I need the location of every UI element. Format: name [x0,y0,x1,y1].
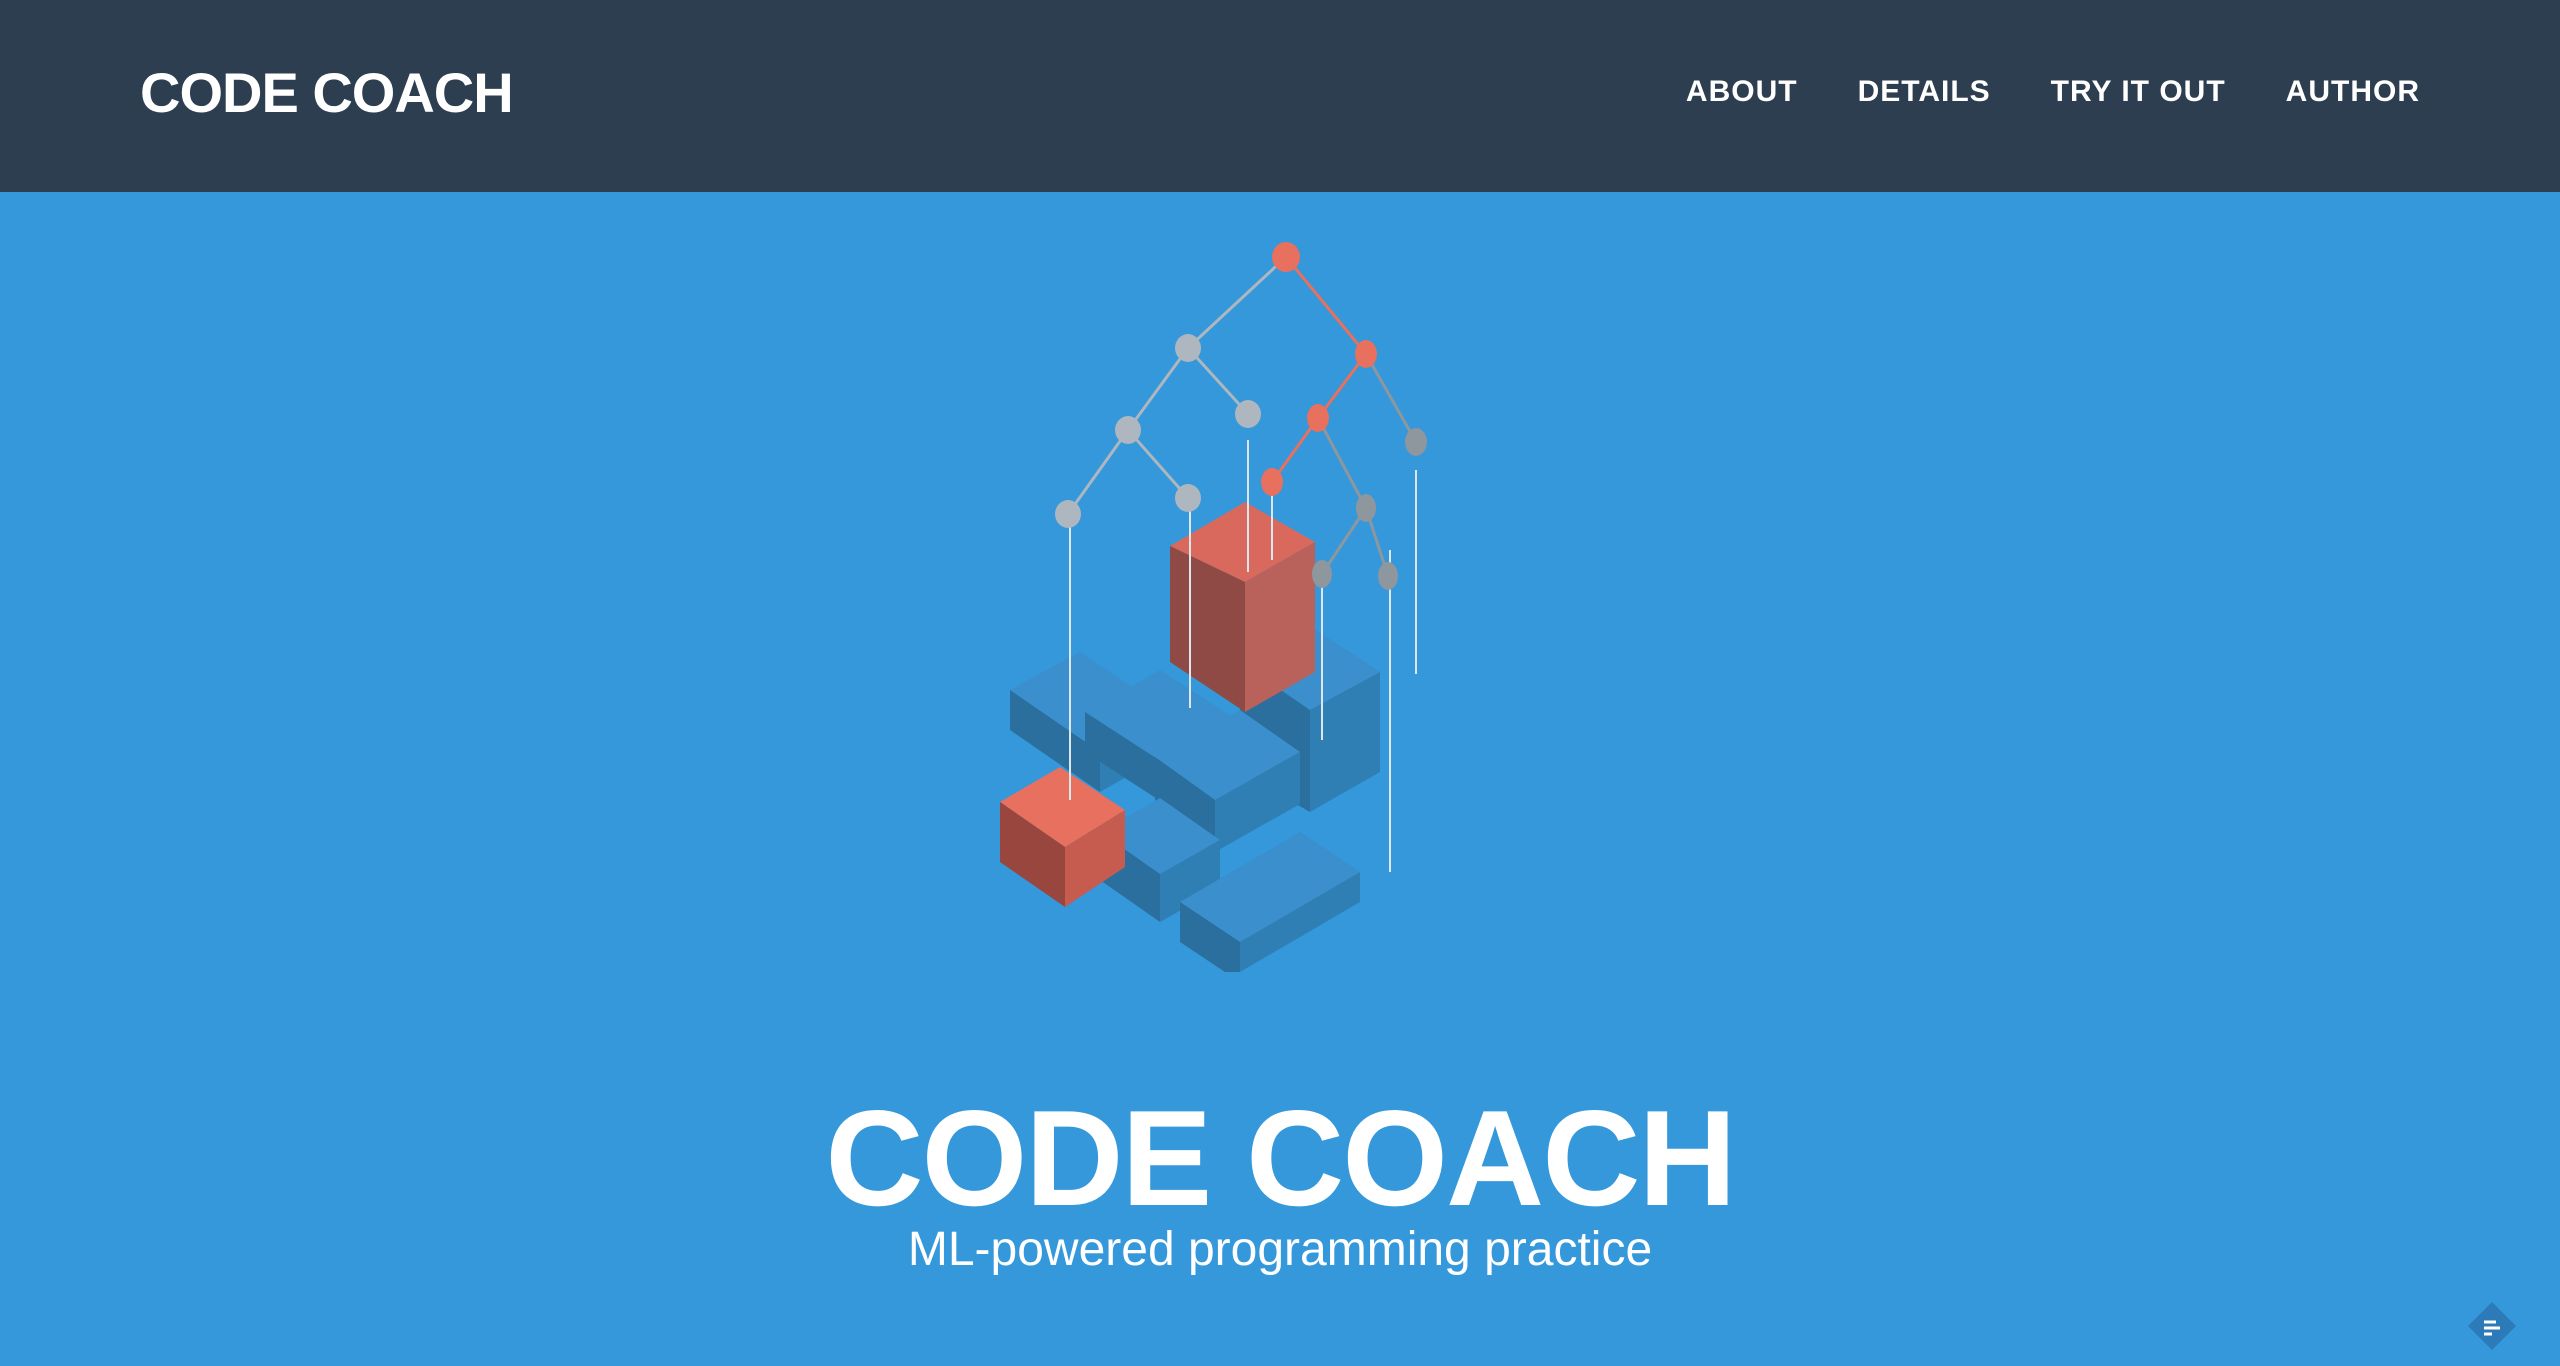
decision-tree-blocks-illustration [1000,242,1427,972]
nav-link-try-it-out[interactable]: TRY IT OUT [2051,75,2226,108]
nav-item-about: ABOUT [1686,72,1798,112]
hero-title: CODE COACH [825,1082,1736,1235]
nav-link-details[interactable]: DETAILS [1858,75,1991,108]
nav-menu: ABOUT DETAILS TRY IT OUT AUTHOR [1686,72,2420,112]
nav-link-author[interactable]: AUTHOR [2286,75,2420,108]
nav-item-try-it-out: TRY IT OUT [2051,72,2226,112]
nav-item-author: AUTHOR [2286,72,2420,112]
hero-section: CODE COACH ML-powered programming practi… [0,192,2560,1366]
feedback-badge-icon[interactable] [2466,1300,2518,1352]
nav-item-details: DETAILS [1858,72,1991,112]
navbar: CODE COACH ABOUT DETAILS TRY IT OUT AUTH… [0,0,2560,192]
hero-subtitle: ML-powered programming practice [907,1223,1653,1276]
nav-link-about[interactable]: ABOUT [1686,75,1798,108]
brand-logo-link[interactable]: CODE COACH [140,58,514,128]
